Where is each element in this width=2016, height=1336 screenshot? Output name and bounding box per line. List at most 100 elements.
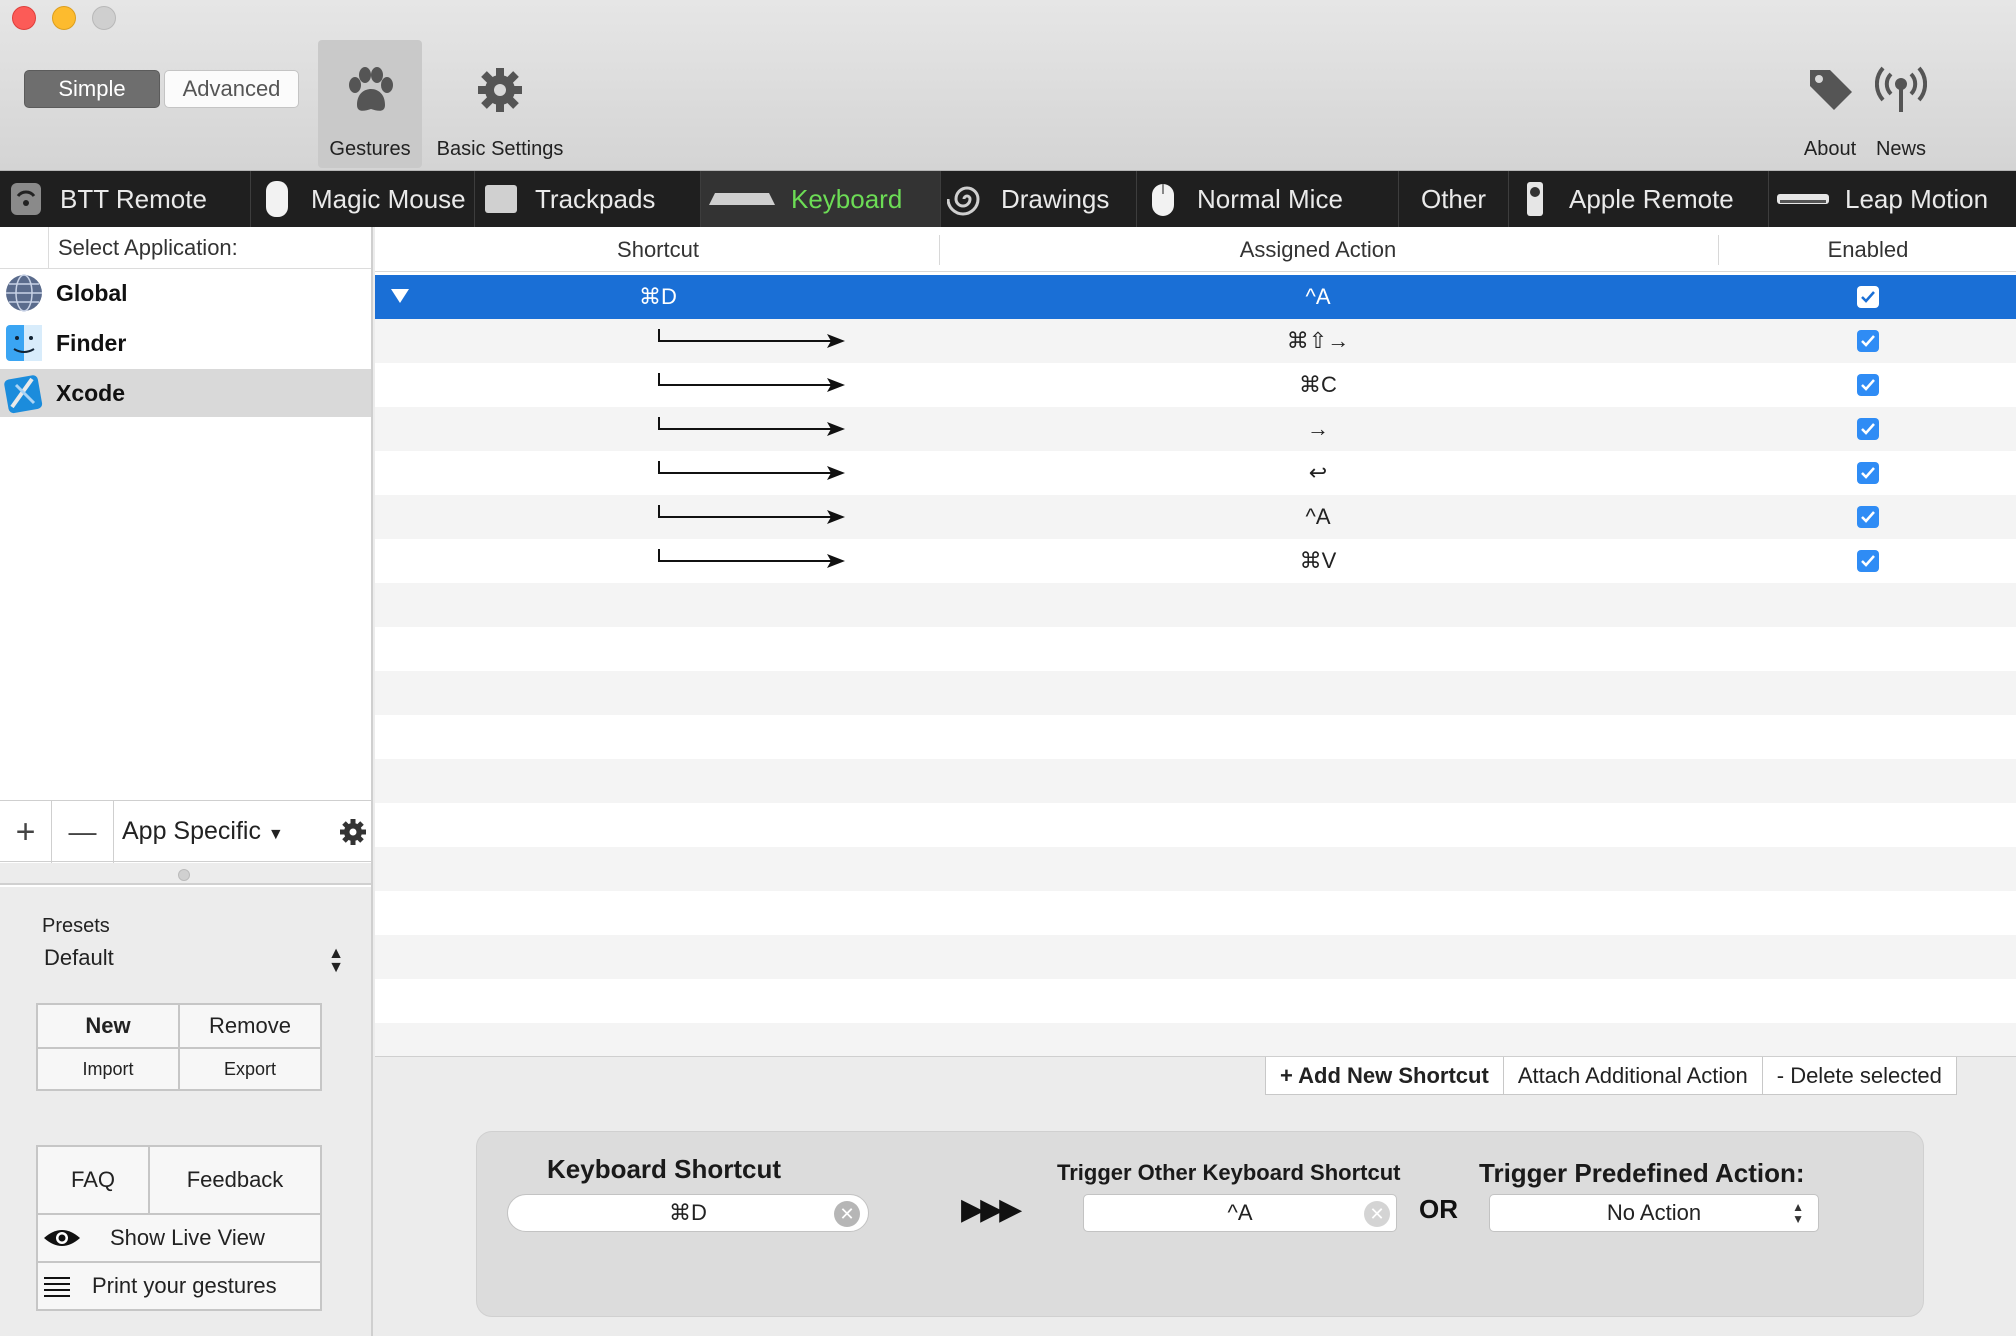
shortcut-cell <box>375 495 941 539</box>
clear-icon[interactable]: ✕ <box>1364 1201 1390 1227</box>
presets-select[interactable]: Default ▲ ▼ <box>44 945 344 981</box>
column-header-shortcut[interactable]: Shortcut <box>375 227 941 272</box>
checkmark-icon <box>1861 291 1875 303</box>
trigger-other-shortcut-value: ^A <box>1227 1200 1253 1225</box>
predefined-action-select[interactable]: No Action ▲ ▼ <box>1489 1194 1819 1232</box>
triple-arrow-icon: ▶▶▶ <box>961 1193 1022 1226</box>
enabled-checkbox[interactable] <box>1857 418 1879 440</box>
feedback-button[interactable]: Feedback <box>148 1147 320 1213</box>
assigned-action-cell: ⌘C <box>1299 372 1337 397</box>
keyboard-icon <box>707 179 777 219</box>
add-app-button[interactable]: + <box>0 801 52 863</box>
enabled-cell <box>1720 407 2016 451</box>
tab-drawings[interactable]: Drawings <box>941 171 1137 227</box>
presets-label: Presets <box>42 915 110 937</box>
enabled-checkbox[interactable] <box>1857 374 1879 396</box>
assigned-action-cell: ^A <box>1305 504 1331 529</box>
tab-normal-mice[interactable]: Normal Mice <box>1137 171 1399 227</box>
presets-button-grid: New Remove Import Export <box>36 1003 322 1091</box>
advanced-mode-button[interactable]: Advanced <box>164 70 299 108</box>
enabled-checkbox[interactable] <box>1857 286 1879 308</box>
export-preset-button[interactable]: Export <box>178 1047 320 1089</box>
enabled-checkbox[interactable] <box>1857 330 1879 352</box>
attach-additional-action-button[interactable]: Attach Additional Action <box>1502 1057 1762 1094</box>
table-row[interactable]: ⌘V <box>375 539 2016 583</box>
faq-button[interactable]: FAQ <box>38 1147 148 1213</box>
tab-label: Other <box>1420 183 1487 214</box>
tab-label: Drawings <box>1001 183 1110 214</box>
tab-leap-motion[interactable]: Leap Motion <box>1769 171 2016 227</box>
show-live-view-button[interactable]: Show Live View <box>38 1213 320 1261</box>
select-application-header: Select Application: <box>0 227 371 269</box>
empty-table-row <box>375 583 2016 627</box>
toolbar-news[interactable]: News <box>1868 40 1934 168</box>
enabled-checkbox[interactable] <box>1857 506 1879 528</box>
app-item-finder[interactable]: Finder <box>0 319 371 367</box>
tab-keyboard[interactable]: Keyboard <box>701 171 941 227</box>
close-window-button[interactable] <box>12 6 36 30</box>
mouse-icon <box>1143 179 1183 219</box>
app-specific-dropdown[interactable]: App Specific ▼ <box>122 817 284 846</box>
checkmark-icon <box>1861 423 1875 435</box>
new-preset-button[interactable]: New <box>38 1005 178 1047</box>
tab-label: Magic Mouse <box>311 183 466 214</box>
table-row[interactable]: → <box>375 407 2016 451</box>
remote-icon <box>6 179 46 219</box>
toolbar-basic-settings[interactable]: Basic Settings <box>430 40 570 168</box>
delete-selected-button[interactable]: - Delete selected <box>1761 1057 1956 1094</box>
simple-mode-button[interactable]: Simple <box>24 70 160 108</box>
empty-table-row <box>375 1023 2016 1056</box>
table-row[interactable]: ⌘C <box>375 363 2016 407</box>
minimize-window-button[interactable] <box>52 6 76 30</box>
help-button-grid: FAQ Feedback Show Live View Print your g… <box>36 1145 322 1311</box>
import-preset-button[interactable]: Import <box>38 1047 178 1089</box>
toolbar-about-label: About <box>1803 138 1857 160</box>
column-header-assigned-action[interactable]: Assigned Action <box>941 227 1695 272</box>
clear-icon[interactable]: ✕ <box>834 1201 860 1227</box>
predefined-action-value: No Action <box>1606 1200 1702 1225</box>
app-specific-label: App Specific <box>122 817 261 845</box>
table-action-bar: + Add New Shortcut Attach Additional Act… <box>1265 1057 1957 1095</box>
table-row[interactable]: ↩ <box>375 451 2016 495</box>
checkmark-icon <box>1861 335 1875 347</box>
gear-icon[interactable] <box>338 817 368 847</box>
app-item-global[interactable]: Global <box>0 269 371 317</box>
tab-magic-mouse[interactable]: Magic Mouse <box>251 171 475 227</box>
app-item-xcode[interactable]: Xcode <box>0 369 371 417</box>
tab-trackpads[interactable]: Trackpads <box>475 171 701 227</box>
trigger-predefined-title: Trigger Predefined Action: <box>1479 1158 1805 1188</box>
remove-preset-button[interactable]: Remove <box>178 1005 320 1047</box>
paw-icon <box>340 60 400 120</box>
enabled-checkbox[interactable] <box>1857 550 1879 572</box>
enabled-cell <box>1720 319 2016 363</box>
magic-mouse-icon <box>257 179 297 219</box>
toolbar-news-label: News <box>1875 138 1926 160</box>
tab-btt-remote[interactable]: BTT Remote <box>0 171 251 227</box>
enabled-cell <box>1720 539 2016 583</box>
enabled-checkbox[interactable] <box>1857 462 1879 484</box>
trigger-other-shortcut-field[interactable]: ^A ✕ <box>1083 1194 1397 1232</box>
column-header-enabled[interactable]: Enabled <box>1720 227 2016 272</box>
app-name: Finder <box>56 329 127 356</box>
toolbar-gestures[interactable]: Gestures <box>318 40 422 168</box>
add-new-shortcut-button[interactable]: + Add New Shortcut <box>1266 1057 1503 1094</box>
print-gestures-button[interactable]: Print your gestures <box>38 1261 320 1309</box>
keyboard-shortcut-field[interactable]: ⌘D ✕ <box>507 1194 869 1232</box>
table-row[interactable]: ⌘D ^A <box>375 275 2016 319</box>
tab-other[interactable]: Other <box>1399 171 1509 227</box>
tab-label: Normal Mice <box>1197 183 1343 214</box>
zoom-window-button[interactable] <box>92 6 116 30</box>
toolbar-about[interactable]: About <box>1795 40 1865 168</box>
table-row[interactable]: ⌘⇧→ <box>375 319 2016 363</box>
split-view-handle[interactable] <box>0 863 371 885</box>
updown-arrows-icon: ▲ ▼ <box>1792 1200 1804 1226</box>
tab-label: BTT Remote <box>60 183 207 214</box>
checkmark-icon <box>1861 511 1875 523</box>
remove-app-button[interactable]: — <box>52 801 114 863</box>
checkmark-icon <box>1861 467 1875 479</box>
show-live-view-label: Show Live View <box>110 1225 265 1250</box>
table-row[interactable]: ^A <box>375 495 2016 539</box>
broadcast-icon <box>1871 60 1931 120</box>
tab-apple-remote[interactable]: Apple Remote <box>1509 171 1769 227</box>
toolbar-basic-settings-label: Basic Settings <box>436 138 564 160</box>
